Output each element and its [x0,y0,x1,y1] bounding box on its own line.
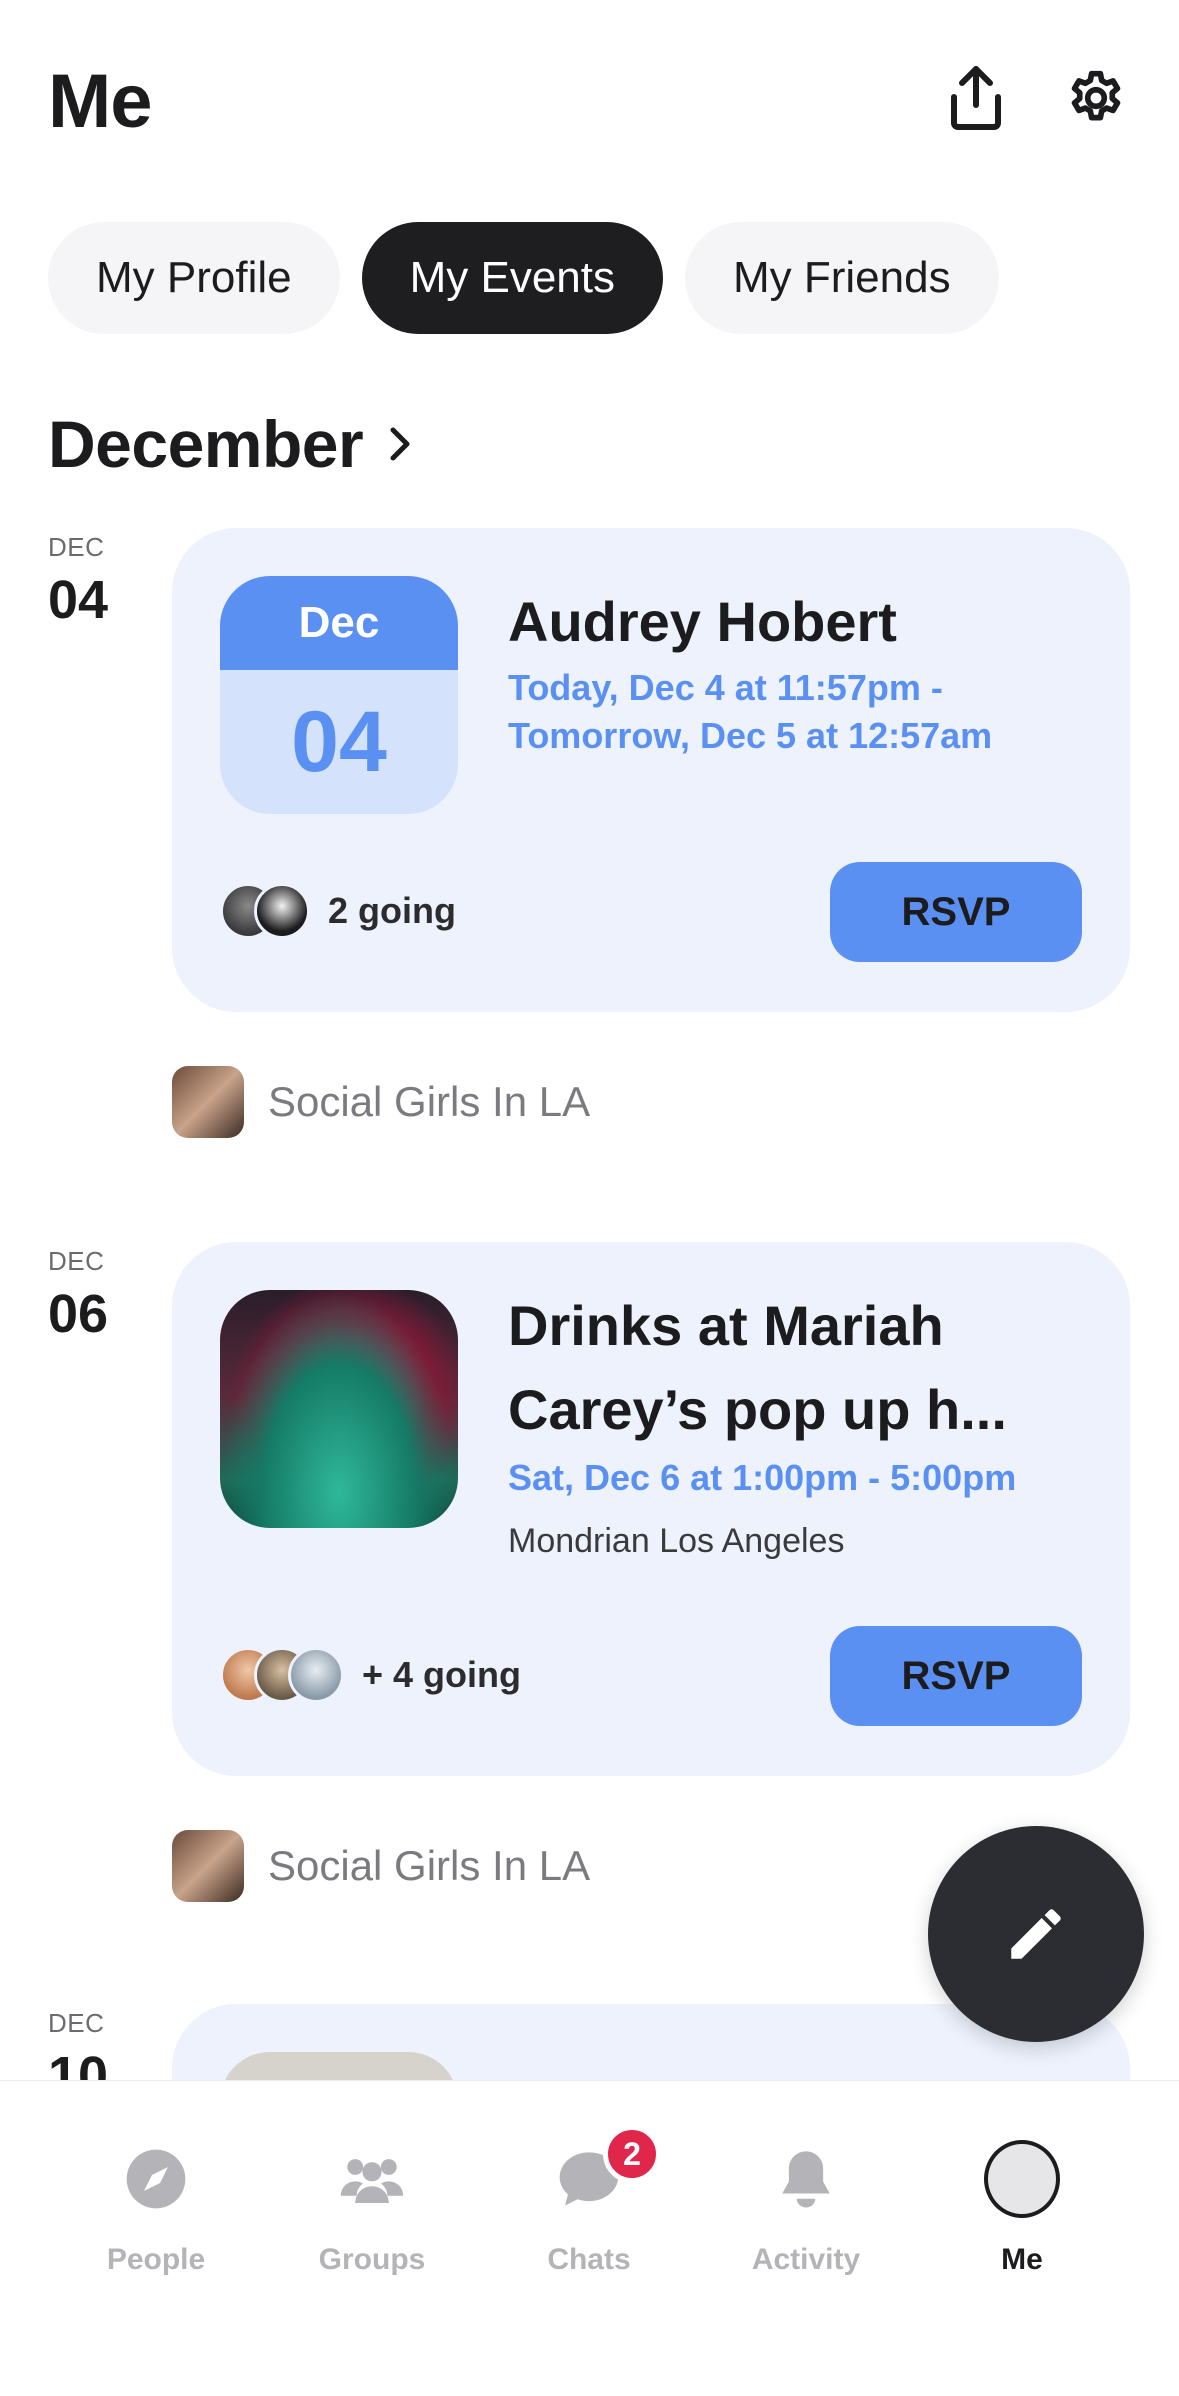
tab-my-events[interactable]: My Events [361,222,663,334]
event-card[interactable]: Dec 04 Audrey Hobert Today, Dec 4 at 11:… [172,528,1130,1012]
going-count: 2 going [328,890,456,931]
attendee-avatars[interactable]: + 4 going [220,1647,521,1703]
nav-label: Chats [547,2243,631,2276]
event-title: Drinks at Mariah Carey’s pop up h... [508,1294,1007,1441]
event-date-day: 06 [48,1284,109,1344]
unread-badge: 2 [603,2125,661,2183]
bell-icon [768,2141,844,2217]
attendee-avatars[interactable]: 2 going [220,883,456,939]
event-group[interactable]: Social Girls In LA [172,1830,590,1902]
event-date-day: 04 [48,570,109,630]
group-avatar [172,1830,244,1902]
group-avatar [172,1066,244,1138]
event-date-month: DEC [48,532,105,562]
event-time: Today, Dec 4 at 11:57pm - Tomorrow, Dec … [508,667,993,756]
chevron-right-icon [390,427,410,461]
avatar [984,2140,1060,2218]
page-title: Me [48,59,153,144]
month-selector[interactable]: December [48,406,413,482]
rsvp-button[interactable]: RSVP [830,1626,1082,1726]
nav-label: Me [1001,2243,1043,2276]
bottom-nav: People Groups 2 Chats Activity Me [0,2080,1179,2396]
rsvp-button[interactable]: RSVP [830,862,1082,962]
nav-activity[interactable]: Activity [706,2141,906,2277]
calendar-thumbnail: Dec 04 [220,576,458,814]
event-date-month: DEC [48,2008,105,2038]
month-label: December [48,407,364,481]
event-date: DEC 06 [48,1246,108,1345]
going-count: + 4 going [362,1654,522,1695]
tab-my-friends[interactable]: My Friends [684,222,999,334]
nav-label: Groups [318,2243,426,2276]
event-card[interactable]: Drinks at Mariah Carey’s pop up h... Sat… [172,1242,1130,1776]
event-date-month: DEC [48,1246,105,1276]
event-date-day: 10 [48,2046,109,2080]
tab-bar: My Profile My Events My Friends [48,222,999,334]
event-location: Mondrian Los Angeles [508,1522,845,1560]
event-photo [220,1290,458,1528]
event-time: Sat, Dec 6 at 1:00pm - 5:00pm [508,1457,1017,1498]
nav-groups[interactable]: Groups [272,2141,472,2277]
calendar-day: 04 [220,670,458,814]
event-group[interactable]: Social Girls In LA [172,1066,590,1138]
header: Me [0,0,1179,200]
nav-me[interactable]: Me [922,2140,1122,2277]
pencil-icon [1011,1909,1061,1959]
nav-label: Activity [751,2243,861,2276]
event-date: DEC 04 [48,532,108,631]
calendar-month: Dec [220,576,458,670]
event-date: DEC 10 [48,2008,108,2080]
nav-chats[interactable]: 2 Chats [489,2125,689,2277]
share-icon[interactable] [940,62,1012,134]
nav-label: People [106,2243,206,2276]
avatar [288,1647,344,1703]
event-title: Audrey Hobert [508,590,897,653]
compose-button[interactable] [928,1826,1144,2042]
tab-my-profile[interactable]: My Profile [48,222,340,334]
group-name: Social Girls In LA [268,1842,591,1889]
compass-icon [118,2141,194,2217]
group-name: Social Girls In LA [268,1078,591,1125]
nav-people[interactable]: People [56,2141,256,2277]
groups-icon [334,2141,410,2217]
chat-icon: 2 [551,2125,661,2217]
avatar [254,883,310,939]
gear-icon[interactable] [1060,62,1132,134]
event-photo [220,2052,458,2080]
